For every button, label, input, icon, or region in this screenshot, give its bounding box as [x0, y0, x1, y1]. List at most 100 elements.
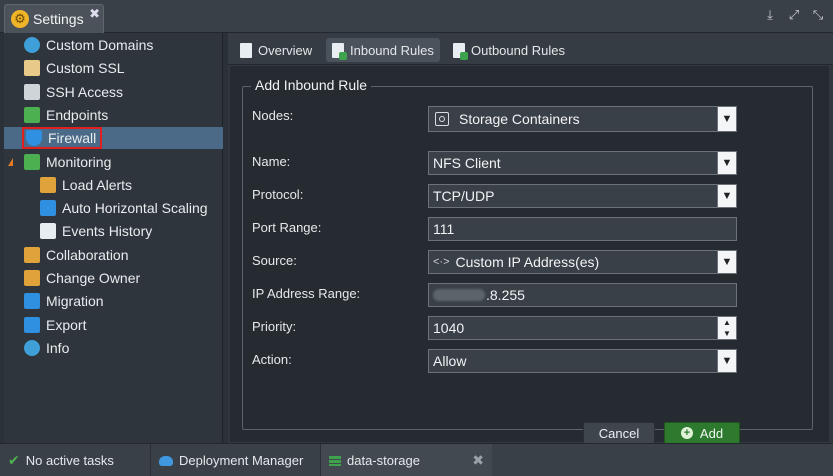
- sidebar-item-ssh-access[interactable]: SSH Access: [4, 81, 223, 103]
- tab-inbound-rules[interactable]: Inbound Rules: [326, 38, 440, 62]
- sidebar-item-label: Collaboration: [46, 246, 129, 263]
- migration-icon: [24, 293, 40, 310]
- sidebar-item-label: Change Owner: [46, 270, 141, 286]
- tab-inbound-rules-label: Inbound Rules: [350, 42, 434, 58]
- sidebar-item-content: Collaboration: [24, 246, 129, 263]
- settings-title: Settings: [33, 11, 84, 27]
- sidebar-item-label: Custom SSL: [46, 60, 125, 77]
- sidebar-item-label: Load Alerts: [62, 176, 133, 193]
- chevron-down-icon[interactable]: ▼: [717, 106, 737, 132]
- cancel-button-label: Cancel: [598, 425, 640, 441]
- task-status: ✔ No active tasks: [0, 444, 150, 476]
- download-icon[interactable]: ⤓: [763, 8, 777, 22]
- environment-tab[interactable]: data-storage ✖: [320, 444, 492, 476]
- sidebar-item-monitoring[interactable]: Monitoring: [4, 151, 223, 173]
- sidebar-item-label: Export: [46, 316, 87, 333]
- action-label: Action:: [252, 352, 292, 367]
- redacted-ip-prefix: [433, 289, 485, 301]
- action-select[interactable]: Allow ▼: [428, 349, 737, 373]
- sidebar-item-content: Load Alerts: [40, 176, 133, 193]
- sidebar-item-content: SSH Access: [24, 83, 124, 100]
- sidebar-item-label: Migration: [46, 293, 104, 310]
- chevron-up-icon[interactable]: ▲: [718, 317, 736, 328]
- container-icon: [435, 112, 449, 126]
- sidebar-item-content: Change Owner: [24, 270, 140, 286]
- terminal-icon: [24, 83, 40, 100]
- name-select[interactable]: NFS Client ▼: [428, 151, 737, 175]
- chevron-down-icon[interactable]: ▼: [717, 184, 737, 208]
- settings-sidebar: Custom Domains Custom SSL SSH Access Endpoi…: [4, 33, 223, 443]
- add-button[interactable]: + Add: [664, 422, 740, 444]
- checkmark-icon: ✔: [8, 452, 20, 468]
- sidebar-item-custom-domains[interactable]: Custom Domains: [4, 34, 223, 56]
- sidebar-item-migration[interactable]: Migration: [4, 290, 223, 312]
- inbound-rules-icon: [332, 42, 347, 60]
- cancel-button[interactable]: Cancel: [583, 422, 655, 444]
- ip-range-label: IP Address Range:: [252, 286, 361, 301]
- sidebar-item-endpoints[interactable]: Endpoints: [4, 104, 223, 126]
- environment-icon: [329, 455, 341, 466]
- nodes-select[interactable]: Storage Containers ▼: [428, 106, 737, 132]
- chevron-down-icon[interactable]: ▼: [718, 328, 736, 339]
- collapse-icon[interactable]: ⤡: [811, 8, 825, 22]
- sidebar-item-content: Auto Horizontal Scaling: [40, 200, 208, 217]
- name-label: Name:: [252, 154, 291, 169]
- tab-outbound-rules[interactable]: Outbound Rules: [447, 38, 571, 62]
- port-range-input[interactable]: 111: [428, 217, 737, 241]
- deployment-manager-tab[interactable]: Deployment Manager: [150, 444, 320, 476]
- add-button-label: Add: [699, 425, 724, 441]
- outbound-rules-icon: [453, 42, 468, 60]
- sidebar-item-info[interactable]: Info: [4, 337, 223, 359]
- export-icon: [24, 316, 40, 333]
- sidebar-item-content: Monitoring: [24, 153, 112, 170]
- gear-icon: ⚙: [11, 10, 29, 28]
- chevron-down-icon[interactable]: ▼: [717, 151, 737, 175]
- scaling-icon: [40, 200, 56, 217]
- document-icon: [40, 223, 56, 240]
- tab-outbound-rules-label: Outbound Rules: [471, 42, 565, 58]
- source-value: Custom IP Address(es): [455, 254, 600, 270]
- sidebar-item-content: Firewall: [21, 127, 103, 150]
- expand-icon[interactable]: ⤢: [787, 8, 801, 22]
- port-range-value: 111: [433, 221, 455, 237]
- sidebar-item-export[interactable]: Export: [4, 314, 223, 336]
- chevron-down-icon[interactable]: ▼: [717, 250, 737, 274]
- chevron-down-icon[interactable]: ▼: [717, 349, 737, 373]
- sidebar-item-label: Auto Horizontal Scaling: [62, 200, 208, 217]
- sidebar-item-collaboration[interactable]: Collaboration: [4, 244, 223, 266]
- sidebar-item-label: Endpoints: [46, 106, 109, 123]
- priority-input[interactable]: 1040 ▲ ▼: [428, 316, 737, 340]
- close-icon[interactable]: ✖: [472, 452, 484, 469]
- protocol-value: TCP/UDP: [433, 188, 495, 204]
- close-icon[interactable]: ✖: [89, 6, 100, 22]
- taskbar: ✔ No active tasks Deployment Manager dat…: [0, 443, 833, 476]
- sidebar-item-auto-horizontal-scaling[interactable]: Auto Horizontal Scaling: [4, 197, 223, 219]
- source-select[interactable]: <·> Custom IP Address(es) ▼: [428, 250, 737, 274]
- protocol-select[interactable]: TCP/UDP ▼: [428, 184, 737, 208]
- main-panel: Overview Inbound Rules Outbound Rules Ad…: [228, 33, 833, 444]
- shield-icon: [26, 130, 42, 147]
- priority-stepper[interactable]: ▲ ▼: [717, 316, 737, 340]
- sidebar-item-label: Monitoring: [46, 153, 112, 170]
- mail-alert-icon: [40, 176, 56, 193]
- sidebar-item-content: Events History: [40, 223, 152, 240]
- settings-tab[interactable]: ⚙ Settings ✖: [4, 4, 104, 33]
- protocol-label: Protocol:: [252, 187, 304, 202]
- sidebar-item-events-history[interactable]: Events History: [4, 220, 223, 242]
- nodes-label: Nodes:: [252, 108, 294, 123]
- sidebar-item-content: Migration: [24, 293, 104, 310]
- sidebar-item-change-owner[interactable]: Change Owner: [4, 267, 223, 289]
- sidebar-item-load-alerts[interactable]: Load Alerts: [4, 174, 223, 196]
- code-brackets-icon: <·>: [433, 256, 450, 268]
- sidebar-item-content: Export: [24, 316, 87, 333]
- expand-arrow-icon[interactable]: [8, 157, 13, 166]
- form-content: Add Inbound Rule Nodes: Storage Containe…: [230, 66, 829, 444]
- monitor-icon: [24, 153, 40, 170]
- sidebar-item-content: Custom SSL: [24, 60, 125, 77]
- tab-bar: Overview Inbound Rules Outbound Rules: [228, 33, 833, 65]
- tab-overview[interactable]: Overview: [234, 38, 318, 62]
- sidebar-item-custom-ssl[interactable]: Custom SSL: [4, 57, 223, 79]
- sidebar-item-label: SSH Access: [46, 83, 124, 100]
- sidebar-item-firewall[interactable]: Firewall: [4, 127, 223, 150]
- ip-range-input[interactable]: .8.255: [428, 283, 737, 307]
